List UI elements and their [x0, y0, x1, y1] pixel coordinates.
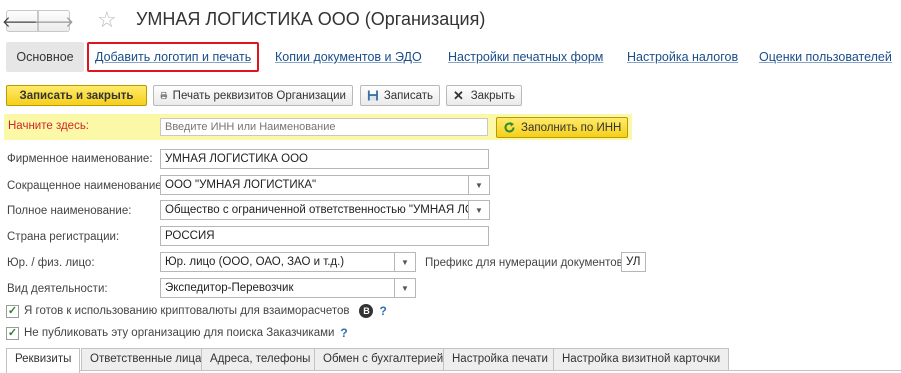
- fill-by-inn-button[interactable]: Заполнить по ИНН: [496, 117, 628, 138]
- full-name-label: Полное наименование:: [7, 205, 132, 217]
- section-add-logo[interactable]: Добавить логотип и печать: [87, 42, 260, 72]
- publish-checkbox[interactable]: ✓: [6, 326, 19, 340]
- country-field[interactable]: РОССИЯ: [160, 226, 489, 246]
- tabs-bar: Реквизиты Ответственные лица Адреса, тел…: [6, 348, 901, 373]
- tab-requisites[interactable]: Реквизиты: [6, 348, 81, 373]
- close-label: Закрыть: [470, 89, 515, 102]
- full-name-dropdown[interactable]: ▼: [469, 200, 490, 220]
- tab-addresses-phones[interactable]: Адреса, телефоны: [201, 348, 320, 370]
- floppy-disk-icon: [367, 90, 378, 101]
- short-name-field[interactable]: ООО "УМНАЯ ЛОГИСТИКА": [160, 175, 469, 195]
- print-requisites-button[interactable]: Печать реквизитов Организации: [153, 85, 353, 106]
- entity-type-label: Юр. / физ. лицо:: [7, 257, 95, 269]
- short-name-dropdown[interactable]: ▼: [469, 175, 490, 195]
- publish-checkbox-row: ✓ Не публиковать эту организацию для пои…: [6, 326, 348, 340]
- prefix-label: Префикс для нумерации документов :: [425, 257, 630, 269]
- activity-label: Вид деятельности:: [7, 283, 108, 295]
- printer-icon: [160, 91, 168, 100]
- brand-name-field[interactable]: УМНАЯ ЛОГИСТИКА ООО: [160, 149, 489, 169]
- section-main[interactable]: Основное: [6, 42, 84, 72]
- tab-accounting-exchange[interactable]: Обмен с бухгалтерией: [314, 348, 453, 370]
- chevron-down-icon: ▼: [401, 283, 409, 293]
- save-label: Записать: [383, 89, 433, 102]
- entity-type-field[interactable]: Юр. лицо (ООО, ОАО, ЗАО и т.д.): [160, 252, 395, 272]
- arrow-right-icon: 🡒: [33, 13, 75, 31]
- save-button[interactable]: Записать: [360, 85, 440, 106]
- section-user-ratings[interactable]: Оценки пользователей: [759, 42, 892, 72]
- section-tax-settings[interactable]: Настройка налогов: [627, 42, 738, 72]
- sections-bar: Основное Добавить логотип и печать Копии…: [0, 42, 901, 72]
- chevron-down-icon: ▼: [475, 205, 483, 215]
- tab-business-card-settings[interactable]: Настройка визитной карточки: [553, 348, 730, 370]
- help-icon[interactable]: ?: [379, 304, 386, 318]
- start-here-label: Начните здесь:: [8, 120, 90, 132]
- entity-type-dropdown[interactable]: ▼: [395, 252, 416, 272]
- refresh-icon: [504, 122, 515, 133]
- publish-checkbox-label: Не публиковать эту организацию для поиск…: [24, 327, 335, 339]
- forward-button[interactable]: 🡒: [34, 10, 74, 32]
- help-icon[interactable]: ?: [340, 326, 347, 340]
- crypto-checkbox[interactable]: ✓: [6, 304, 19, 318]
- save-and-close-button[interactable]: Записать и закрыть: [6, 85, 147, 106]
- favorite-star-icon[interactable]: ☆: [97, 7, 117, 33]
- tab-responsible-persons[interactable]: Ответственные лица: [81, 348, 211, 370]
- activity-dropdown[interactable]: ▼: [395, 278, 416, 298]
- chevron-down-icon: ▼: [401, 257, 409, 267]
- chevron-down-icon: ▼: [475, 180, 483, 190]
- fill-by-inn-label: Заполнить по ИНН: [521, 121, 622, 134]
- prefix-field[interactable]: УЛ: [621, 252, 646, 272]
- crypto-checkbox-label: Я готов к использованию криптовалюты для…: [24, 305, 350, 317]
- section-document-copies[interactable]: Копии документов и ЭДО: [275, 42, 422, 72]
- section-print-settings[interactable]: Настройки печатных форм: [448, 42, 603, 72]
- activity-field[interactable]: Экспедитор-Перевозчик: [160, 278, 395, 298]
- full-name-field[interactable]: Общество с ограниченной ответственностью…: [160, 200, 469, 220]
- tab-print-settings[interactable]: Настройка печати: [443, 348, 557, 370]
- close-button[interactable]: ✕ Закрыть: [446, 85, 522, 106]
- close-icon: ✕: [453, 88, 464, 103]
- window-title: УМНАЯ ЛОГИСТИКА ООО (Организация): [136, 9, 486, 29]
- bitcoin-icon: B: [359, 304, 374, 318]
- short-name-label: Сокращенное наименование:: [7, 180, 165, 192]
- brand-name-label: Фирменное наименование:: [7, 153, 153, 165]
- crypto-checkbox-row: ✓ Я готов к использованию криптовалюты д…: [6, 304, 387, 318]
- country-label: Страна регистрации:: [7, 231, 120, 243]
- print-requisites-label: Печать реквизитов Организации: [172, 89, 346, 102]
- inn-search-input[interactable]: [160, 118, 488, 136]
